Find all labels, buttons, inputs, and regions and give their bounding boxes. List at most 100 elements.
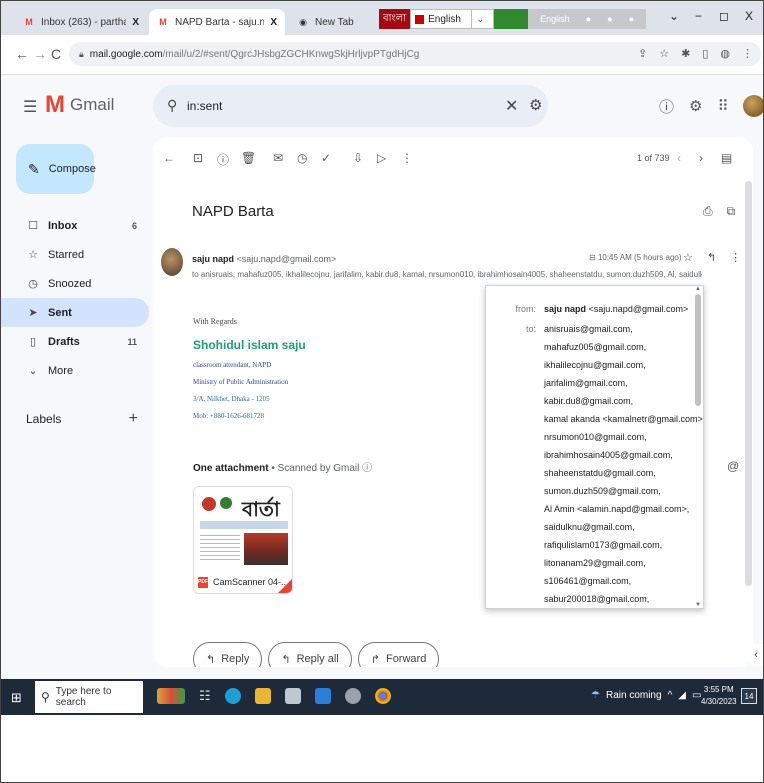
extensions-icon[interactable]: ✱ (681, 47, 690, 60)
tab-napd-barta[interactable]: M NAPD Barta - saju.napd@gmail. X (149, 9, 285, 35)
scroll-up-icon[interactable]: ▲ (695, 286, 701, 292)
clock-date: 4/30/2023 (701, 697, 737, 706)
send-icon: ➤ (28, 307, 38, 319)
settings-gear-icon[interactable]: ⚙ (689, 97, 702, 115)
reload-icon[interactable]: C (51, 46, 61, 62)
create-label-button[interactable]: + (129, 410, 138, 428)
back-icon[interactable]: ← (15, 46, 29, 62)
tab-inbox[interactable]: M Inbox (263) - partha.fin05@gma X (15, 9, 147, 35)
recipients-toggle[interactable]: to anisruais, mahafuz005, ikhalilecojnu,… (192, 270, 702, 279)
share-icon[interactable]: ⇪ (638, 47, 647, 60)
battery-icon[interactable]: ▭ (692, 690, 701, 701)
compose-button[interactable]: ✎ Compose (16, 144, 96, 194)
help-icon[interactable]: ⓘ (659, 96, 674, 117)
recipient-email: sabur200018@gmail.com, (544, 594, 650, 604)
sidebar-item-more[interactable]: ⌄ More (1, 356, 151, 385)
open-new-window-icon[interactable]: ⧉ (727, 204, 736, 219)
file-explorer-icon[interactable] (254, 688, 271, 704)
sidepanel-icon[interactable]: ▯ (702, 47, 708, 60)
hamburger-menu-icon[interactable]: ☰ (23, 97, 37, 117)
weather-icon: ☂ (591, 690, 600, 701)
keyboard-icon[interactable] (494, 9, 529, 29)
forward-icon[interactable]: → (33, 46, 47, 62)
sidebar-item-sent[interactable]: ➤ Sent (1, 298, 149, 327)
minimize-icon[interactable]: − (695, 9, 702, 23)
account-avatar[interactable] (743, 95, 763, 117)
gmail-logo[interactable]: M Gmail (45, 93, 114, 117)
sidebar-item-snoozed[interactable]: ◷ Snoozed (1, 269, 151, 298)
star-icon[interactable]: ☆ (659, 47, 669, 60)
taskbar-clock[interactable]: 3:55 PM 4/30/2023 (701, 684, 737, 708)
forward-button[interactable]: ↱ Forward (357, 642, 440, 667)
archive-icon[interactable]: ⊡ (193, 151, 203, 165)
close-icon[interactable]: X (270, 17, 277, 28)
search-input[interactable] (187, 97, 467, 115)
mail-icon[interactable] (314, 688, 331, 704)
lock-icon[interactable]: 🔒︎ (79, 49, 84, 60)
close-window-icon[interactable]: X (745, 9, 753, 23)
chrome-icon[interactable] (374, 688, 391, 704)
close-icon[interactable]: X (132, 17, 139, 28)
snooze-icon[interactable]: ◷ (297, 151, 307, 165)
profile-icon[interactable]: ◍ (720, 47, 730, 60)
url-field[interactable]: 🔒︎ mail.google.com/mail/u/2/#sent/QgrcJH… (69, 42, 761, 66)
notification-center-icon[interactable]: 14 (741, 688, 757, 704)
popup-scrollbar[interactable] (695, 294, 701, 406)
menu-icon[interactable]: ⋮ (742, 47, 753, 60)
clear-search-icon[interactable]: ✕ (505, 96, 518, 116)
sidebar-item-drafts[interactable]: ▯ Drafts 11 (1, 327, 151, 356)
sender-avatar[interactable] (161, 248, 183, 276)
sidebar-item-inbox[interactable]: ☐ Inbox 6 (1, 211, 151, 240)
store-icon[interactable] (284, 688, 301, 704)
back-to-list-icon[interactable]: ← (163, 151, 175, 165)
add-to-drive-icon[interactable]: @ (727, 459, 739, 473)
taskbar-search[interactable]: ⚲ Type here to search (35, 681, 143, 713)
gmail-wordmark: Gmail (70, 95, 115, 114)
move-to-icon[interactable]: ⇩ (353, 151, 363, 165)
star-icon[interactable]: ☆ (683, 251, 693, 264)
maximize-icon[interactable]: ◻ (719, 9, 729, 23)
windows-start-icon[interactable]: ⊞ (11, 690, 22, 706)
forward-icon: ↱ (370, 653, 380, 666)
report-spam-icon[interactable]: ⓘ (217, 151, 229, 168)
bangla-button[interactable]: বাংলা (379, 9, 411, 29)
message-scrollbar[interactable] (745, 181, 752, 586)
sidebar-item-starred[interactable]: ☆ Starred (1, 240, 151, 269)
network-icon[interactable]: ◢ (678, 690, 686, 701)
apps-grid-icon[interactable]: ⠿ (717, 97, 728, 115)
older-icon[interactable]: › (699, 151, 703, 165)
print-icon[interactable]: ⎙ (703, 204, 713, 219)
cortana-icon[interactable] (157, 688, 185, 704)
sidebar-item-label: Starred (48, 248, 85, 261)
scroll-down-icon[interactable]: ▼ (695, 602, 701, 608)
more-options-icon[interactable]: ⋮ (401, 151, 413, 165)
delete-icon[interactable]: 🗑︎ (241, 151, 256, 165)
system-tray: ☂ Rain coming ^ ◢ ▭ (591, 690, 701, 701)
tab-new-tab[interactable]: ◉ New Tab (289, 9, 369, 35)
emblem-icon (220, 497, 232, 509)
search-icon[interactable]: ⚲ (167, 97, 177, 114)
newer-icon[interactable]: ‹ (677, 151, 681, 165)
task-view-icon[interactable]: ☷ (199, 688, 211, 704)
sender-name[interactable]: saju napd (192, 254, 234, 264)
mark-unread-icon[interactable]: ✉ (273, 151, 283, 165)
edge-icon[interactable] (224, 688, 241, 704)
app-icon[interactable] (344, 688, 361, 704)
reply-button[interactable]: ↰ Reply (193, 642, 263, 667)
label-icon[interactable]: ▷ (377, 151, 386, 165)
more-vert-icon[interactable]: ⋮ (730, 251, 741, 264)
chevron-down-icon[interactable]: ⌄ (472, 9, 495, 29)
show-side-panel-icon[interactable]: ‹ (749, 644, 763, 666)
attachment-card[interactable]: বার্তা PDF CamScanner 04-... (193, 486, 293, 594)
recipient-email: Al Amin <alamin.napd@gmail.com>, (544, 504, 690, 514)
reply-all-button[interactable]: ↰ Reply all (268, 642, 352, 667)
reply-icon[interactable]: ↰ (707, 251, 716, 264)
input-tools-icon[interactable]: ▤ (721, 151, 732, 165)
add-task-icon[interactable]: ✓ (321, 151, 331, 165)
tab-search-icon[interactable]: ⌄ (669, 9, 679, 23)
tray-chevron-icon[interactable]: ^ (668, 690, 673, 701)
language-select[interactable]: English (410, 9, 473, 29)
search-options-icon[interactable]: ⚙︎ (529, 96, 542, 114)
sidebar-item-label: Drafts (48, 335, 80, 348)
weather-text[interactable]: Rain coming (606, 690, 662, 701)
